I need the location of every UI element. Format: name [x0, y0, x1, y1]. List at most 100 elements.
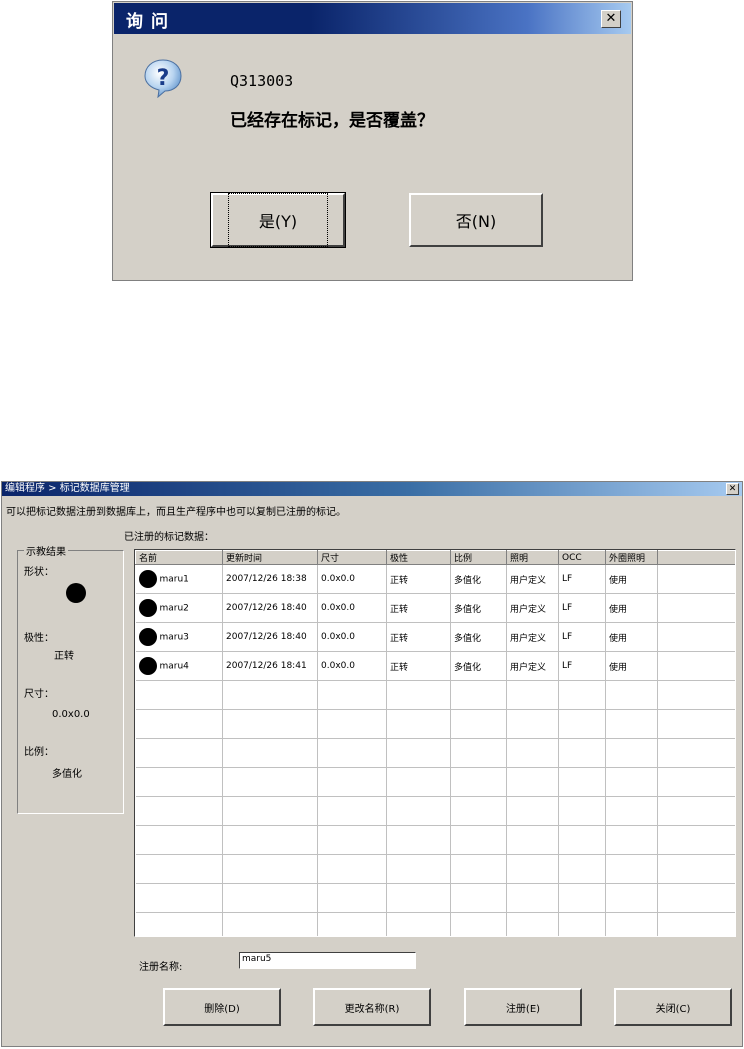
table-cell	[558, 854, 606, 884]
table-cell	[506, 854, 559, 884]
table-cell: 0.0x0.0	[317, 622, 387, 652]
table-cell	[450, 709, 507, 739]
no-button[interactable]: 否(N)	[409, 193, 543, 247]
table-row[interactable]: maru3 2007/12/26 18:40 0.0x0.0 正转 多值化 用户定义 LF 使…	[135, 622, 735, 652]
question-icon: ?	[144, 59, 182, 98]
table-cell	[135, 883, 223, 913]
table-cell	[135, 767, 223, 797]
table-cell	[558, 883, 606, 913]
register-name-label: 注册名称:	[139, 962, 183, 973]
table-cell	[558, 767, 606, 797]
table-cell	[657, 709, 735, 739]
table-cell	[135, 796, 223, 826]
empty-row[interactable]	[135, 883, 735, 913]
table-cell	[605, 912, 658, 936]
empty-row[interactable]	[135, 709, 735, 739]
table-cell: 正转	[386, 622, 451, 652]
window-title: 编辑程序 > 标记数据库管理	[5, 483, 130, 494]
table-cell: maru3	[135, 622, 223, 652]
empty-row[interactable]	[135, 825, 735, 855]
table-cell: LF	[558, 564, 606, 594]
table-cell	[386, 912, 451, 936]
col-header-polarity[interactable]: 极性	[386, 550, 451, 565]
table-cell	[605, 825, 658, 855]
table-cell	[386, 680, 451, 710]
table-cell: 使用	[605, 593, 658, 623]
table-cell	[605, 680, 658, 710]
table-cell	[386, 854, 451, 884]
table-cell	[317, 767, 387, 797]
table-cell	[657, 564, 735, 594]
table-cell	[558, 825, 606, 855]
table-cell	[450, 825, 507, 855]
close-button[interactable]: 关闭(C)	[614, 988, 732, 1026]
mark-shape-icon	[138, 657, 157, 675]
table-cell	[657, 767, 735, 797]
register-name-input[interactable]: maru5	[239, 952, 416, 969]
col-header-outer-light[interactable]: 外圈照明	[605, 550, 658, 565]
table-cell	[317, 796, 387, 826]
table-cell	[386, 825, 451, 855]
col-header-name[interactable]: 名前	[135, 550, 223, 565]
message-code: Q313003	[230, 72, 294, 90]
table-cell	[657, 680, 735, 710]
table-cell	[450, 883, 507, 913]
table-cell	[222, 796, 318, 826]
table-cell	[605, 883, 658, 913]
col-header-lighting[interactable]: 照明	[506, 550, 559, 565]
window-close-button[interactable]: ✕	[726, 483, 739, 495]
table-cell	[222, 912, 318, 936]
table-cell	[657, 825, 735, 855]
empty-row[interactable]	[135, 796, 735, 826]
table-cell	[386, 767, 451, 797]
empty-row[interactable]	[135, 912, 735, 936]
table-cell	[386, 709, 451, 739]
description-text: 可以把标记数据注册到数据库上，而且生产程序中也可以复制已注册的标记。	[6, 507, 346, 518]
table-cell	[135, 738, 223, 768]
table-row[interactable]: maru2 2007/12/26 18:40 0.0x0.0 正转 多值化 用户定义 LF 使…	[135, 593, 735, 623]
delete-button[interactable]: 删除(D)	[163, 988, 281, 1026]
table-cell	[657, 651, 735, 681]
table-cell: LF	[558, 651, 606, 681]
dialog-close-button[interactable]: ✕	[601, 10, 621, 28]
mark-name: maru4	[159, 661, 189, 672]
table-cell: 多值化	[450, 564, 507, 594]
empty-row[interactable]	[135, 854, 735, 884]
table-cell	[450, 680, 507, 710]
table-row[interactable]: maru1 2007/12/26 18:38 0.0x0.0 正转 多值化 用户定义 LF 使…	[135, 564, 735, 594]
table-cell	[222, 680, 318, 710]
empty-row[interactable]	[135, 767, 735, 797]
table-cell	[450, 767, 507, 797]
table-cell: 用户定义	[506, 593, 559, 623]
svg-text:?: ?	[157, 66, 170, 91]
table-cell	[506, 680, 559, 710]
table-cell	[450, 796, 507, 826]
table-cell	[386, 738, 451, 768]
table-cell	[317, 680, 387, 710]
empty-row[interactable]	[135, 738, 735, 768]
table-cell: maru1	[135, 564, 223, 594]
table-cell: 用户定义	[506, 622, 559, 652]
table-row[interactable]: maru4 2007/12/26 18:41 0.0x0.0 正转 多值化 用户定义 LF 使…	[135, 651, 735, 681]
table-cell: 0.0x0.0	[317, 651, 387, 681]
confirm-dialog: 询问 ✕ ? Q313003 已经存在标记，是否覆盖？ 是(Y) 否(N)	[112, 1, 633, 281]
col-header-occ[interactable]: OCC	[558, 550, 606, 565]
col-header-size[interactable]: 尺寸	[317, 550, 387, 565]
mark-name: maru2	[159, 603, 189, 614]
col-header-time[interactable]: 更新时间	[222, 550, 318, 565]
table-cell	[558, 796, 606, 826]
table-cell	[222, 767, 318, 797]
table-cell: 0.0x0.0	[317, 593, 387, 623]
table-cell: 用户定义	[506, 564, 559, 594]
mark-name: maru1	[159, 574, 189, 585]
register-button[interactable]: 注册(E)	[464, 988, 582, 1026]
empty-row[interactable]	[135, 680, 735, 710]
table-cell: 使用	[605, 564, 658, 594]
marks-table[interactable]: 名前 更新时间 尺寸 极性 比例 照明 OCC 外圈照明 maru1 2007/1…	[134, 549, 736, 937]
table-cell	[222, 709, 318, 739]
rename-button[interactable]: 更改名称(R)	[313, 988, 431, 1026]
table-cell	[657, 593, 735, 623]
table-cell: 多值化	[450, 593, 507, 623]
col-header-ratio[interactable]: 比例	[450, 550, 507, 565]
yes-button[interactable]: 是(Y)	[210, 192, 346, 248]
